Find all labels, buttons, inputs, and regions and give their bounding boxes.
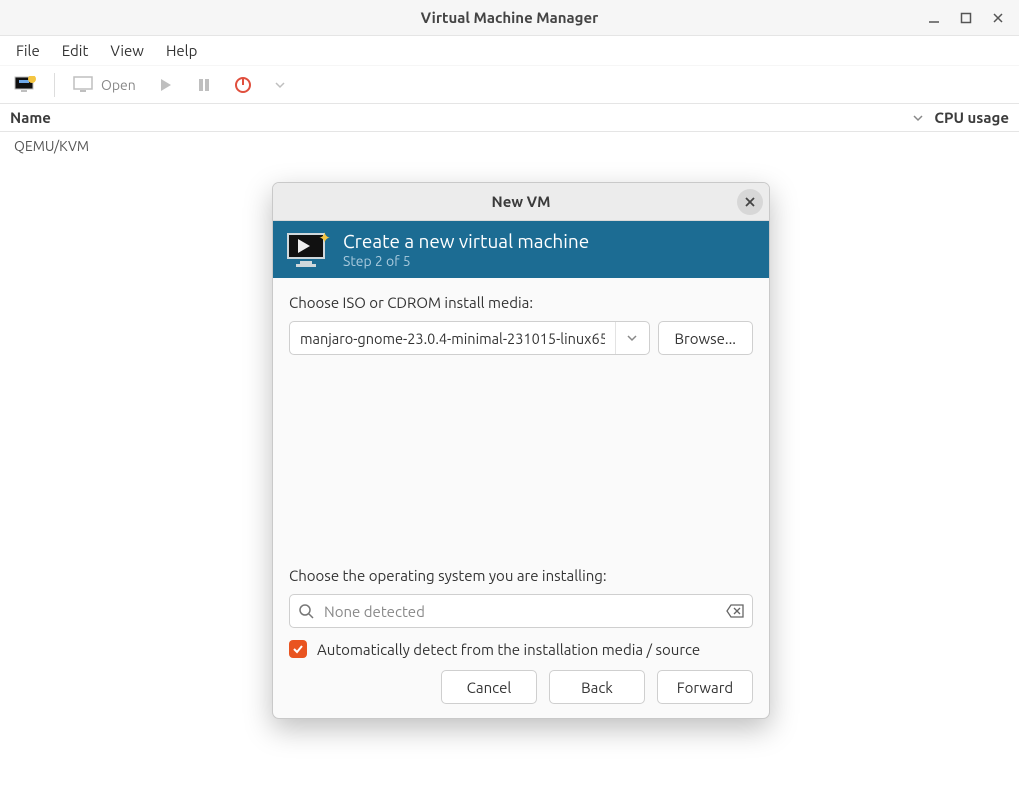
column-cpu[interactable]: CPU usage xyxy=(934,109,1009,126)
column-name[interactable]: Name xyxy=(10,109,51,126)
new-vm-button[interactable] xyxy=(6,72,44,98)
menu-file[interactable]: File xyxy=(6,38,50,63)
autodetect-checkbox[interactable] xyxy=(289,640,307,658)
pause-button[interactable] xyxy=(188,73,220,97)
banner-title: Create a new virtual machine xyxy=(343,230,589,253)
menubar: File Edit View Help xyxy=(0,36,1019,66)
shutdown-menu-button[interactable] xyxy=(266,75,294,95)
connection-item[interactable]: QEMU/KVM xyxy=(14,138,1005,154)
window-minimize-button[interactable] xyxy=(919,3,949,33)
search-icon xyxy=(298,603,314,619)
cancel-button[interactable]: Cancel xyxy=(441,670,537,704)
connection-tree[interactable]: QEMU/KVM xyxy=(0,132,1019,160)
menu-view[interactable]: View xyxy=(100,38,154,63)
banner-step: Step 2 of 5 xyxy=(343,253,589,270)
clear-icon[interactable] xyxy=(726,604,744,618)
power-icon xyxy=(234,76,252,94)
pause-icon xyxy=(196,77,212,93)
window-title: Virtual Machine Manager xyxy=(421,9,599,26)
window-maximize-button[interactable] xyxy=(951,3,981,33)
close-icon xyxy=(744,196,756,208)
run-button[interactable] xyxy=(150,73,182,97)
forward-button[interactable]: Forward xyxy=(657,670,753,704)
column-headers: Name CPU usage xyxy=(0,104,1019,132)
monitor-icon xyxy=(73,76,95,94)
open-vm-button[interactable]: Open xyxy=(65,72,144,98)
window-close-button[interactable] xyxy=(983,3,1013,33)
dialog-banner: ✦ Create a new virtual machine Step 2 of… xyxy=(273,221,769,278)
play-icon xyxy=(158,77,174,93)
monitor-new-icon xyxy=(14,76,36,94)
back-button[interactable]: Back xyxy=(549,670,645,704)
dialog-title: New VM xyxy=(492,193,551,210)
dialog-titlebar: New VM xyxy=(273,183,769,221)
toolbar-separator xyxy=(54,73,55,97)
iso-label: Choose ISO or CDROM install media: xyxy=(289,294,753,311)
menu-edit[interactable]: Edit xyxy=(52,38,99,63)
check-icon xyxy=(292,643,304,655)
chevron-down-icon xyxy=(274,79,286,91)
vm-icon: ✦ xyxy=(287,233,329,267)
dialog-close-button[interactable] xyxy=(737,189,763,215)
shutdown-button[interactable] xyxy=(226,72,260,98)
open-label: Open xyxy=(101,77,136,93)
titlebar: Virtual Machine Manager xyxy=(0,0,1019,36)
iso-input[interactable] xyxy=(290,322,615,354)
chevron-down-icon xyxy=(626,332,638,344)
os-label: Choose the operating system you are inst… xyxy=(289,567,753,584)
os-search[interactable] xyxy=(289,594,753,628)
autodetect-label: Automatically detect from the installati… xyxy=(317,641,700,658)
chevron-down-icon[interactable] xyxy=(912,112,924,124)
new-vm-dialog: New VM ✦ Create a new virtual machine St… xyxy=(272,182,770,719)
toolbar: Open xyxy=(0,66,1019,104)
iso-dropdown-button[interactable] xyxy=(615,322,649,354)
dialog-footer: Cancel Back Forward xyxy=(273,670,769,718)
menu-help[interactable]: Help xyxy=(156,38,207,63)
os-input[interactable] xyxy=(322,602,718,621)
iso-combo[interactable] xyxy=(289,321,650,355)
browse-button[interactable]: Browse... xyxy=(658,321,753,355)
